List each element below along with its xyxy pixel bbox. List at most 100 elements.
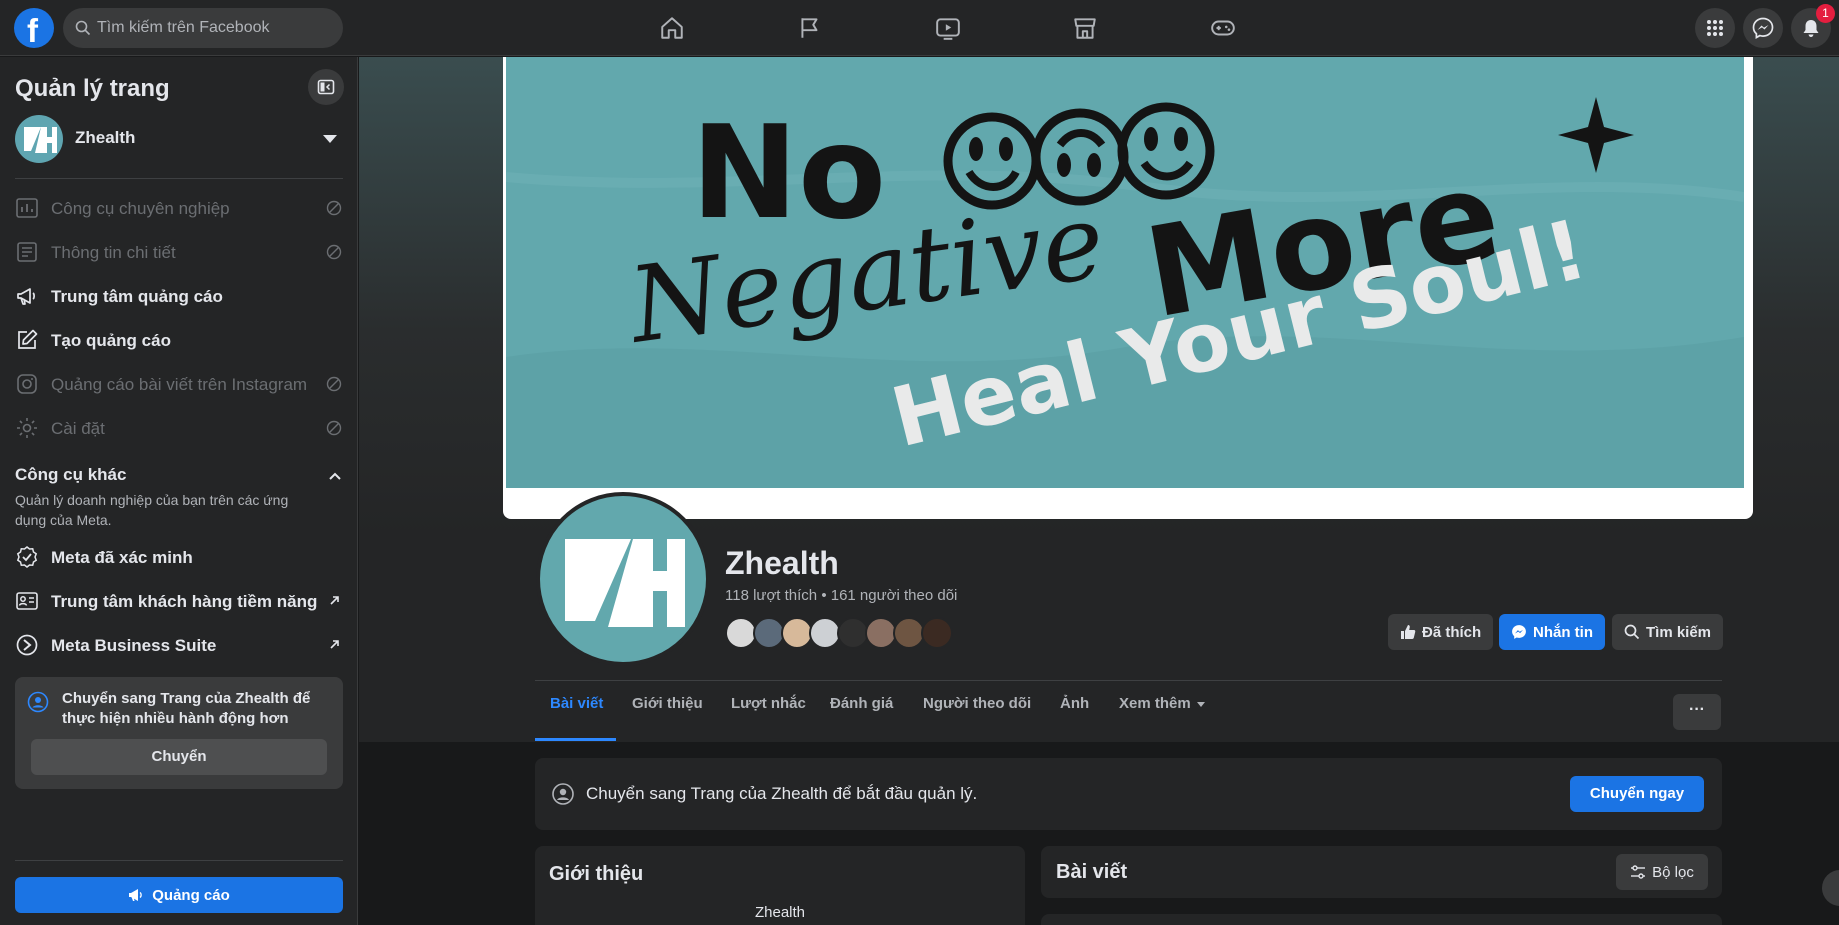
sidebar-item-label: Meta đã xác minh [51,548,193,567]
sidebar-item-insights[interactable]: Thông tin chi tiết [15,234,345,270]
scroll-button[interactable] [1822,870,1839,906]
page-switcher-name: Zhealth [75,128,136,147]
tab-mentions[interactable]: Lượt nhắc [731,695,806,712]
sidebar-item-label: Tạo quảng cáo [51,331,171,350]
top-navigation-bar: f 1 [0,0,1839,56]
tab-more[interactable]: Xem thêm [1119,695,1205,712]
sidebar-item-professional-tools[interactable]: Công cụ chuyên nghiệp [15,190,345,226]
blocked-icon [326,200,342,216]
thumbs-up-icon [1401,625,1416,639]
page-stats[interactable]: 118 lượt thích • 161 người theo dõi [725,587,957,604]
tab-about[interactable]: Giới thiệu [632,695,703,712]
tab-reviews[interactable]: Đánh giá [830,695,893,712]
megaphone-icon [129,889,143,901]
search-icon [75,20,91,36]
sidebar-item-label: Thông tin chi tiết [51,243,176,262]
sidebar-item-meta-business-suite[interactable]: Meta Business Suite [15,627,345,663]
dashboard-icon [16,198,38,218]
profile-switch-icon [552,783,574,805]
chevron-up-icon[interactable] [328,469,342,483]
search-input[interactable] [97,8,327,48]
dropdown-caret-icon [323,135,337,143]
search-icon [1624,624,1640,640]
switch-card-text: Chuyển sang Trang của Zhealth để thực hi… [62,690,311,727]
sidebar-title: Quản lý trang [15,75,170,102]
liked-button[interactable]: Đã thích [1388,614,1494,650]
bell-icon [1803,20,1819,37]
gaming-icon[interactable] [1208,12,1238,44]
instagram-icon [17,374,37,394]
menu-grid-button[interactable] [1695,8,1735,48]
posts-card-body [1041,914,1722,925]
banner-text: Chuyển sang Trang của Zhealth để bắt đầu… [586,784,978,803]
other-tools-title[interactable]: Công cụ khác [15,465,126,485]
collapse-sidebar-button[interactable] [308,69,344,105]
profile-switch-icon [27,691,49,713]
tab-photos[interactable]: Ảnh [1060,695,1089,712]
blocked-icon [326,244,342,260]
contact-card-icon [16,592,38,610]
intro-card-title: Giới thiệu [549,863,644,885]
sidebar-item-label: Công cụ chuyên nghiệp [51,199,230,218]
sidebar-item-create-ad[interactable]: Tạo quảng cáo [15,322,345,358]
sidebar-item-leads-center[interactable]: Trung tâm khách hàng tiềm năng [15,583,345,619]
liked-button-label: Đã thích [1422,623,1482,641]
insights-icon [17,242,37,262]
facebook-logo[interactable]: f [14,8,54,49]
video-icon[interactable] [933,12,963,44]
page-search-button[interactable]: Tìm kiếm [1612,614,1724,650]
switch-profile-banner: Chuyển sang Trang của Zhealth để bắt đầu… [535,758,1722,830]
sidebar-item-label: Meta Business Suite [51,636,217,655]
posts-card-header: Bài viết Bộ lọc [1041,846,1722,898]
sidebar-item-label: Trung tâm khách hàng tiềm năng [51,592,318,611]
blocked-icon [326,376,342,392]
more-options-button[interactable]: ··· [1673,694,1721,730]
page-switcher[interactable]: Zhealth [15,115,345,165]
tab-posts[interactable]: Bài viết [550,695,603,712]
flag-icon[interactable] [795,12,825,44]
filter-button[interactable]: Bộ lọc [1616,854,1708,890]
avatar[interactable] [921,617,953,649]
messenger-icon [1752,17,1774,39]
message-button[interactable]: Nhắn tin [1499,614,1605,650]
marketplace-icon[interactable] [1070,12,1100,44]
manage-page-sidebar: Quản lý trang Zhealth Công cụ chuyên ngh… [0,57,358,925]
sidebar-item-settings[interactable]: Cài đặt [15,410,345,446]
sidebar-item-label: Trung tâm quảng cáo [51,287,223,306]
page-avatar [15,115,63,163]
tab-more-label: Xem thêm [1119,695,1191,712]
promote-button[interactable]: Quảng cáo [15,877,343,913]
grid-icon [1707,20,1723,36]
active-tab-indicator [535,738,616,741]
sidebar-divider [15,178,343,179]
external-link-icon [330,640,339,649]
filter-icon [1631,865,1646,879]
sidebar-item-ad-center[interactable]: Trung tâm quảng cáo [15,278,345,314]
tab-followers[interactable]: Người theo dõi [923,695,1031,712]
cover-photo[interactable]: No More Negative Heal Your Soul! [506,57,1744,488]
notifications-button[interactable]: 1 [1791,4,1835,48]
posts-card-title: Bài viết [1056,861,1128,883]
search-box[interactable] [63,8,343,48]
other-tools-description: Quản lý doanh nghiệp của bạn trên các ứn… [15,492,289,528]
switch-button[interactable]: Chuyển [31,739,327,775]
external-link-icon [330,596,339,605]
blocked-icon [326,420,342,436]
gear-icon [17,418,37,438]
promote-button-label: Quảng cáo [152,886,230,904]
sidebar-divider [15,860,343,861]
page-search-button-label: Tìm kiếm [1646,623,1712,641]
megaphone-icon [17,288,35,305]
sidebar-item-instagram-ads[interactable]: Quảng cáo bài viết trên Instagram [15,366,345,402]
home-icon[interactable] [657,12,687,44]
profile-picture[interactable] [536,492,710,666]
sidebar-item-meta-verified[interactable]: Meta đã xác minh [15,539,345,575]
messenger-button[interactable] [1743,8,1783,48]
business-suite-icon [16,634,38,656]
sidebar-item-label: Cài đặt [51,419,105,438]
switch-now-button[interactable]: Chuyển ngay [1570,776,1704,812]
sidebar-item-label: Quảng cáo bài viết trên Instagram [51,375,308,394]
cover-artwork: No More Negative Heal Your Soul! [506,57,1744,488]
switch-profile-card: Chuyển sang Trang của Zhealth để thực hi… [15,677,343,789]
sidebar-collapse-icon [317,79,335,95]
